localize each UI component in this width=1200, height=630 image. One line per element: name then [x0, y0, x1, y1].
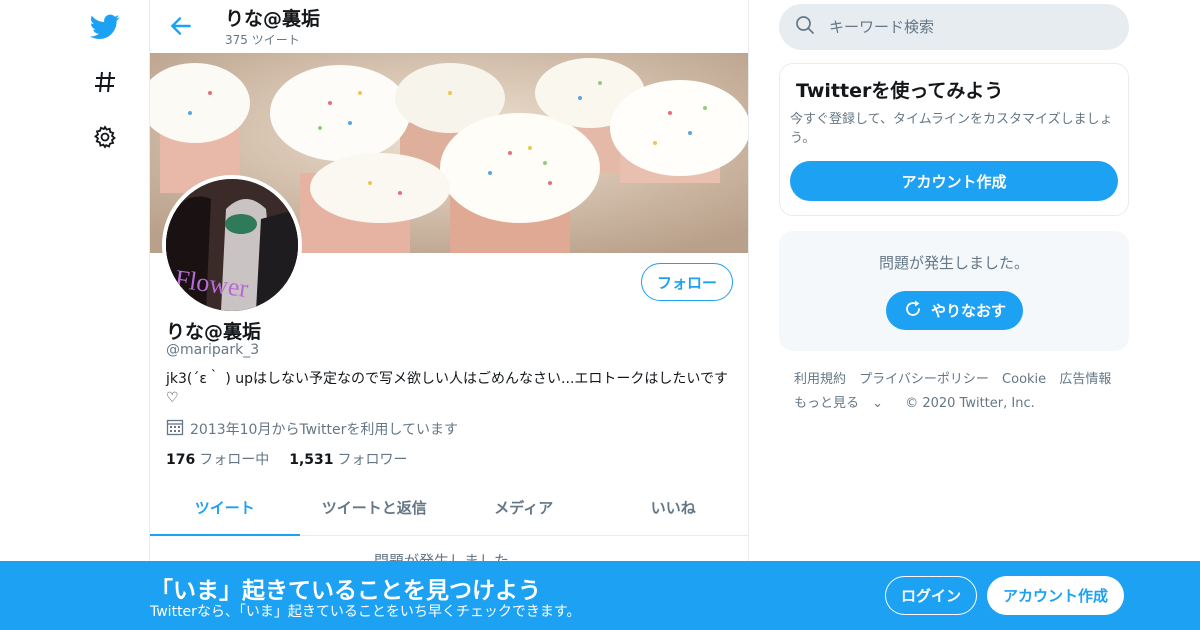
- profile-bio: jk3(´ε｀ ) upはしない予定なので写メ欲しい人はごめんなさい...エロト…: [166, 371, 728, 406]
- profile-avatar[interactable]: Flower: [162, 175, 302, 315]
- search-icon: [795, 15, 815, 39]
- gear-icon[interactable]: [90, 122, 120, 152]
- signup-card-text: 今すぐ登録して、タイムラインをカスタマイズしましょう。: [790, 112, 1113, 146]
- tab-likes[interactable]: いいね: [599, 480, 749, 535]
- error-message: 問題が発生しました。: [878, 254, 1029, 272]
- retry-label: やりなおす: [930, 302, 1006, 320]
- header-name: りな@裏垢: [225, 8, 321, 30]
- signup-card-title: Twitterを使ってみよう: [796, 80, 1004, 102]
- footer-link-cookie[interactable]: Cookie: [1002, 372, 1046, 387]
- signup-card: Twitterを使ってみよう 今すぐ登録して、タイムラインをカスタマイズしましょ…: [779, 63, 1129, 216]
- twitter-bird-icon[interactable]: [90, 12, 120, 42]
- tab-tweets[interactable]: ツイート: [150, 480, 300, 536]
- retry-button[interactable]: やりなおす: [886, 291, 1023, 330]
- create-account-button[interactable]: アカウント作成: [790, 161, 1118, 201]
- search-input[interactable]: [829, 18, 1109, 36]
- profile-name: りな@裏垢: [166, 321, 262, 343]
- footer-copyright: © 2020 Twitter, Inc.: [905, 396, 1035, 411]
- bottom-create-account-button[interactable]: アカウント作成: [987, 576, 1124, 615]
- followers-label: フォロワー: [337, 452, 408, 468]
- footer-link-ads[interactable]: 広告情報: [1059, 372, 1111, 387]
- refresh-icon: [903, 299, 923, 323]
- profile-stats: 176 フォロー中 1,531 フォロワー: [166, 449, 408, 469]
- profile-header: りな@裏垢 375 ツイート: [150, 0, 748, 53]
- profile-tabs: ツイート ツイートと返信 メディア いいね: [150, 480, 748, 536]
- followers-link[interactable]: 1,531 フォロワー: [289, 449, 407, 469]
- header-tweet-count: 375 ツイート: [225, 33, 300, 47]
- back-arrow-icon[interactable]: [168, 13, 194, 39]
- following-count: 176: [166, 452, 196, 468]
- search-box[interactable]: [779, 4, 1129, 50]
- tab-tweets-replies[interactable]: ツイートと返信: [300, 480, 450, 535]
- calendar-icon: [166, 418, 184, 440]
- error-card: 問題が発生しました。 やりなおす: [779, 231, 1129, 351]
- bottom-bar-subtitle: Twitterなら、「いま」起きていることをいち早くチェックできます。: [150, 604, 581, 620]
- following-link[interactable]: 176 フォロー中: [166, 449, 269, 469]
- footer-link-privacy[interactable]: プライバシーポリシー: [859, 372, 989, 387]
- hashtag-icon[interactable]: [90, 67, 120, 97]
- profile-handle: @maripark_3: [166, 342, 260, 358]
- follow-button[interactable]: フォロー: [641, 263, 733, 301]
- bottom-signup-bar: 「いま」起きていることを見つけよう Twitterなら、「いま」起きていることを…: [0, 561, 1200, 630]
- login-button[interactable]: ログイン: [885, 576, 977, 615]
- footer-links: 利用規約 プライバシーポリシー Cookie 広告情報 もっと見る ⌄ © 20…: [794, 368, 1124, 416]
- profile-joined: 2013年10月からTwitterを利用しています: [166, 418, 458, 440]
- bottom-bar-title: 「いま」起きていることを見つけよう: [150, 578, 541, 604]
- joined-text: 2013年10月からTwitterを利用しています: [190, 422, 458, 438]
- following-label: フォロー中: [199, 452, 270, 468]
- footer-more-label: もっと見る: [794, 396, 860, 411]
- footer-more[interactable]: もっと見る ⌄: [794, 396, 892, 411]
- footer-link-terms[interactable]: 利用規約: [794, 372, 846, 387]
- chevron-down-icon: ⌄: [868, 396, 884, 411]
- followers-count: 1,531: [289, 452, 334, 468]
- profile-column: りな@裏垢 375 ツイート Flower フォロー りな@裏垢 @maripa…: [149, 0, 749, 630]
- tab-media[interactable]: メディア: [449, 480, 599, 535]
